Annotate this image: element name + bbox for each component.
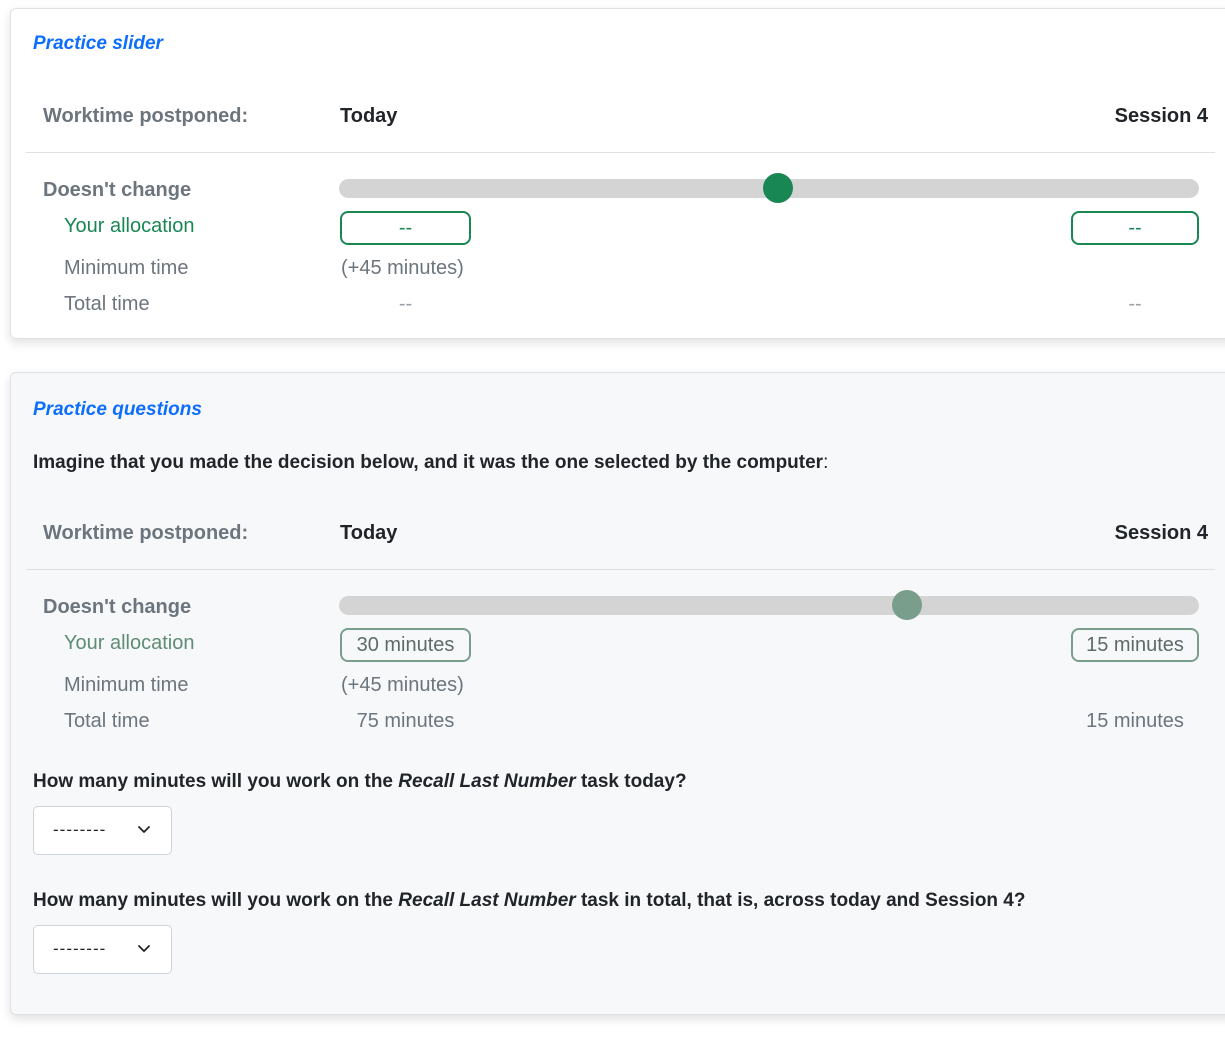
allocation-slider-track — [339, 590, 1199, 620]
session-column-header: Session 4 — [1114, 522, 1208, 544]
your-allocation-label: Your allocation — [64, 632, 195, 654]
divider — [26, 152, 1215, 153]
total-time-today: -- — [398, 293, 413, 315]
doesnt-change-label: Doesn't change — [43, 179, 192, 201]
worktime-postponed-label: Worktime postponed: — [43, 105, 249, 127]
intro-colon: : — [823, 452, 829, 473]
question-text: task in total, that is, across today and… — [575, 890, 1026, 911]
question-text: How many minutes will you work on the — [33, 890, 399, 911]
select-value: -------- — [53, 820, 107, 839]
minimum-time-today: (+45 minutes) — [341, 674, 464, 696]
your-allocation-label: Your allocation — [64, 215, 195, 237]
task-name: Recall Last Number — [398, 771, 576, 792]
slider-thumb — [891, 590, 922, 620]
minimum-time-label: Minimum time — [64, 257, 189, 279]
intro-sentence: Imagine that you made the decision below… — [33, 452, 828, 474]
card-title: Practice questions — [33, 399, 202, 420]
practice-slider-card: Practice slider Worktime postponed: Toda… — [10, 8, 1225, 339]
minimum-time-label: Minimum time — [64, 674, 189, 696]
doesnt-change-label: Doesn't change — [43, 596, 192, 618]
select-value: -------- — [53, 939, 107, 958]
intro-text: Imagine that you made the decision below… — [33, 452, 824, 473]
today-column-header: Today — [340, 522, 398, 544]
question-text: How many minutes will you work on the — [33, 771, 399, 792]
allocation-today-box: 30 minutes — [340, 628, 471, 662]
minutes-total-select[interactable]: -------- — [33, 925, 172, 974]
question-text: task today? — [575, 771, 687, 792]
total-time-label: Total time — [64, 293, 150, 315]
card-title: Practice slider — [33, 33, 163, 54]
total-time-session: 15 minutes — [1086, 710, 1184, 732]
allocation-slider-track[interactable] — [339, 173, 1199, 203]
slider-thumb[interactable] — [762, 173, 793, 203]
question-1: How many minutes will you work on the Re… — [33, 771, 687, 793]
allocation-today-box: -- — [340, 211, 471, 245]
task-name: Recall Last Number — [398, 890, 576, 911]
session-column-header: Session 4 — [1114, 105, 1208, 127]
total-time-label: Total time — [64, 710, 150, 732]
today-column-header: Today — [340, 105, 398, 127]
chevron-down-icon — [138, 826, 150, 833]
allocation-session-box: 15 minutes — [1071, 628, 1199, 662]
total-time-session: -- — [1128, 293, 1142, 315]
allocation-session-box: -- — [1071, 211, 1199, 245]
minutes-today-select[interactable]: -------- — [33, 806, 172, 855]
minimum-time-today: (+45 minutes) — [341, 257, 464, 279]
question-2: How many minutes will you work on the Re… — [33, 890, 1025, 912]
worktime-postponed-label: Worktime postponed: — [43, 522, 249, 544]
chevron-down-icon — [138, 945, 150, 952]
total-time-today: 75 minutes — [356, 710, 455, 732]
practice-questions-card: Practice questions Imagine that you made… — [10, 372, 1225, 1015]
divider — [26, 569, 1215, 570]
